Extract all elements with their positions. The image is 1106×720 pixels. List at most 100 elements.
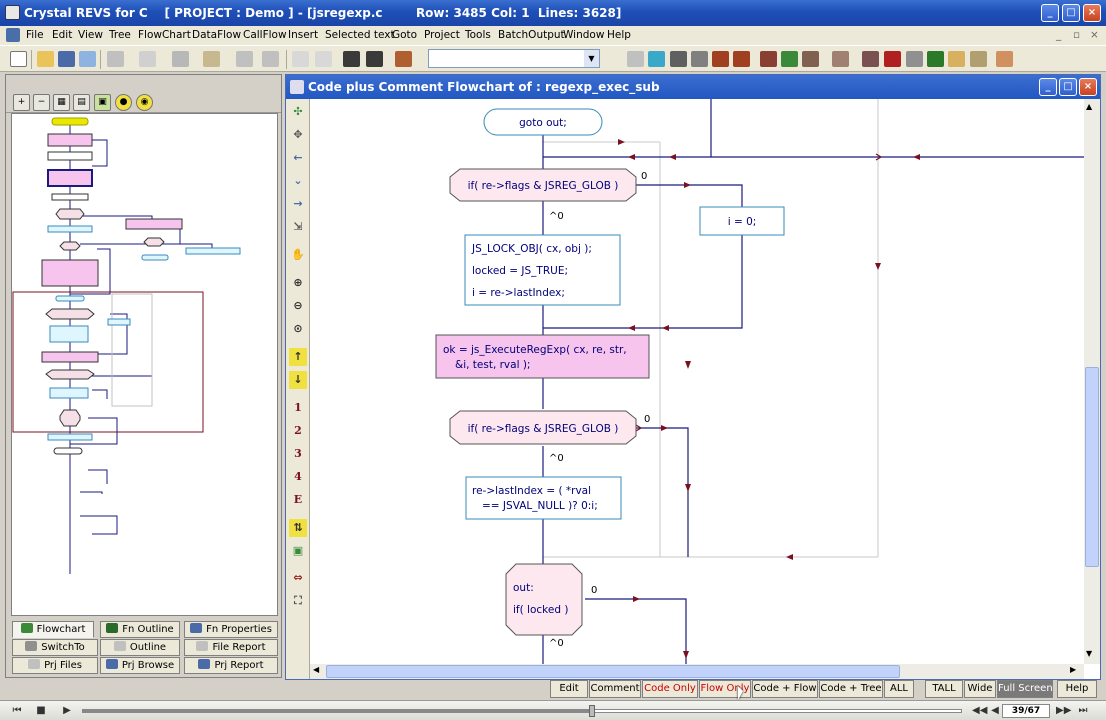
zoom-fit-icon[interactable]: ▦: [53, 94, 70, 111]
page-up-icon[interactable]: ↑: [289, 348, 307, 366]
save-icon[interactable]: [58, 51, 75, 67]
stop-icon[interactable]: ■: [34, 704, 48, 717]
mode-code-tree-button[interactable]: Code + Tree: [819, 680, 883, 698]
flow-up-icon[interactable]: [760, 51, 777, 67]
flowchart-maximize-button[interactable]: □: [1059, 78, 1077, 96]
debug-icon[interactable]: [733, 51, 750, 67]
find-icon[interactable]: [395, 51, 412, 67]
search-combo[interactable]: ▼: [428, 49, 600, 68]
skip-back-icon[interactable]: ⏮: [10, 704, 24, 717]
run-icon[interactable]: [691, 51, 708, 67]
flow-decision-out[interactable]: [505, 563, 583, 636]
level-e-button[interactable]: E: [289, 491, 307, 509]
flowchart-overview[interactable]: [11, 113, 278, 616]
scroll-down-icon[interactable]: ▼: [1086, 649, 1092, 658]
new-file-icon[interactable]: [10, 51, 27, 67]
tab-prj-files[interactable]: Prj Files: [12, 657, 98, 674]
outdent-icon[interactable]: [262, 51, 279, 67]
image-icon[interactable]: ▣: [289, 542, 307, 560]
menu-callflow[interactable]: CallFlow: [243, 29, 287, 41]
tab-prj-browse[interactable]: Prj Browse: [100, 657, 180, 674]
scroll-up-icon[interactable]: ▲: [1086, 102, 1092, 111]
zoom-fit-icon[interactable]: ⊙: [289, 320, 307, 338]
data-flow-icon[interactable]: [906, 51, 923, 67]
previous-icon[interactable]: ◀: [988, 704, 1002, 717]
mode-comment-button[interactable]: Comment: [589, 680, 641, 698]
mode-code-flow-button[interactable]: Code + Flow: [752, 680, 818, 698]
menu-dataflow[interactable]: DataFlow: [192, 29, 241, 41]
select-icon[interactable]: ⇲: [289, 218, 307, 236]
chevron-down-icon[interactable]: ⌄: [289, 172, 307, 190]
menu-view[interactable]: View: [78, 29, 103, 41]
zoom-in-icon[interactable]: ⊕: [289, 274, 307, 292]
level-1-button[interactable]: 1: [289, 399, 307, 417]
expand-all-icon[interactable]: ✣: [289, 103, 307, 121]
level-2-button[interactable]: 2: [289, 422, 307, 440]
flow-collapse-icon[interactable]: [802, 51, 819, 67]
call-graph-icon[interactable]: [884, 51, 901, 67]
play-icon[interactable]: ▶: [60, 704, 74, 717]
sync-icon[interactable]: ●: [115, 94, 132, 111]
copy-icon[interactable]: [139, 51, 156, 67]
stop-icon[interactable]: [670, 51, 687, 67]
mode-tall-button[interactable]: TALL: [925, 680, 963, 698]
menu-batchoutput[interactable]: BatchOutput: [498, 29, 565, 41]
menu-selected-text[interactable]: Selected text: [325, 29, 395, 41]
mdi-restore-button[interactable]: ▫: [1073, 29, 1080, 41]
menu-flowchart[interactable]: FlowChart: [138, 29, 191, 41]
close-button[interactable]: ×: [1083, 4, 1101, 22]
vertical-scrollbar[interactable]: ▲ ▼: [1084, 99, 1100, 664]
move-icon[interactable]: ✥: [289, 126, 307, 144]
menu-project[interactable]: Project: [424, 29, 460, 41]
flowchart-canvas[interactable]: goto out; if( re->flags & JSREG_GLOB ) 0…: [310, 99, 1084, 664]
green-flag-icon[interactable]: [927, 51, 944, 67]
tab-fn-properties[interactable]: Fn Properties: [184, 621, 278, 638]
menu-window[interactable]: Window: [563, 29, 604, 41]
brace-match-icon[interactable]: [627, 51, 644, 67]
mdi-minimize-button[interactable]: _: [1056, 29, 1061, 41]
mdi-close-button[interactable]: ×: [1090, 29, 1099, 41]
arrow-right-icon[interactable]: →: [289, 195, 307, 213]
mode-flow-only-button[interactable]: Flow Only: [699, 680, 751, 698]
paste-icon[interactable]: [203, 51, 220, 67]
arrow-left-icon[interactable]: ←: [289, 149, 307, 167]
print-icon[interactable]: ▣: [94, 94, 111, 111]
build-icon[interactable]: [712, 51, 729, 67]
zoom-width-icon[interactable]: ▤: [73, 94, 90, 111]
app-title-bar[interactable]: Crystal REVS for C [ PROJECT : Demo ] - …: [0, 0, 1106, 26]
bookmark-next-icon[interactable]: [366, 51, 383, 67]
sync-source-icon[interactable]: ⇅: [289, 519, 307, 537]
flowchart-window-title-bar[interactable]: Code plus Comment Flowchart of : regexp_…: [286, 75, 1100, 99]
vertical-scroll-thumb[interactable]: [1085, 367, 1099, 567]
maximize-button[interactable]: □: [1062, 4, 1080, 22]
level-4-button[interactable]: 4: [289, 468, 307, 486]
mode-edit-button[interactable]: Edit: [550, 680, 588, 698]
delete-icon[interactable]: [172, 51, 189, 67]
level-3-button[interactable]: 3: [289, 445, 307, 463]
mode-code-only-button[interactable]: Code Only: [642, 680, 698, 698]
hand-icon[interactable]: ✋: [289, 246, 307, 264]
flow-expand-icon[interactable]: [781, 51, 798, 67]
menu-goto[interactable]: Goto: [392, 29, 417, 41]
menu-tools[interactable]: Tools: [465, 29, 491, 41]
bookmark-icon[interactable]: [343, 51, 360, 67]
help-button[interactable]: Help: [1057, 680, 1097, 698]
minimize-button[interactable]: _: [1041, 4, 1059, 22]
flowchart-close-button[interactable]: ×: [1079, 78, 1097, 96]
page-down-icon[interactable]: ↓: [289, 371, 307, 389]
skip-forward-icon[interactable]: ⏭: [1076, 704, 1090, 717]
fast-forward-icon[interactable]: ▶▶: [1056, 704, 1071, 717]
tab-file-report[interactable]: File Report: [184, 639, 278, 656]
mode-all-button[interactable]: ALL: [884, 680, 914, 698]
tree-icon[interactable]: [832, 51, 849, 67]
tab-outline[interactable]: Outline: [100, 639, 180, 656]
tab-switchto[interactable]: SwitchTo: [12, 639, 98, 656]
horizontal-scrollbar[interactable]: ◀ ▶: [310, 664, 1084, 679]
cut-icon[interactable]: [107, 51, 124, 67]
rewind-icon[interactable]: ◀◀: [972, 704, 987, 717]
export-icon[interactable]: [970, 51, 987, 67]
settings-icon[interactable]: [996, 51, 1013, 67]
tab-fn-outline[interactable]: Fn Outline: [100, 621, 180, 638]
target-icon[interactable]: ◉: [136, 94, 153, 111]
zoom-out-icon[interactable]: −: [33, 94, 50, 111]
